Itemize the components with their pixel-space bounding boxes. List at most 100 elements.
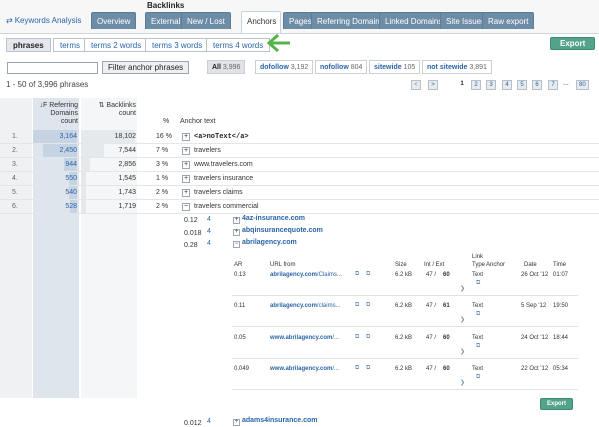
preview-icon[interactable]: ⧉ [476,311,480,318]
expand-icon[interactable]: + [233,229,240,236]
page-ellipsis: ... [563,80,569,87]
keywords-analysis-link[interactable]: ⇄ Keywords Analysis [6,16,81,25]
page-5[interactable]: 5 [517,80,527,90]
page-7[interactable]: 7 [548,80,558,90]
inner-row-url[interactable]: www.abrilagency.com/... [270,365,339,373]
inner-export-button[interactable]: Export [540,398,574,410]
copy-icon[interactable]: ⧉ [355,334,359,341]
chevron-right-icon[interactable]: ❯ [460,348,465,355]
copy-icon[interactable]: ⧉ [355,271,359,278]
row-index: 1. [12,133,18,140]
inner-row-ext: 60 [443,272,450,278]
tab-anchors[interactable]: Anchors [241,11,281,33]
inner-row-url[interactable]: abrilagency.com/Claims... [270,271,342,279]
next-page-button[interactable]: > [428,80,438,90]
expand-icon[interactable]: + [182,189,190,197]
collapse-icon[interactable]: − [233,241,240,248]
row-index: 5. [12,189,18,196]
inner-row-int: 47 / [426,366,437,372]
copy-icon[interactable]: ⧉ [355,365,359,372]
page-1[interactable]: 1 [457,80,467,90]
domain-link[interactable]: abrilagency.com [242,239,297,246]
inner-row-url[interactable]: www.abrilagency.com/... [270,334,339,342]
filter-input[interactable] [7,62,98,74]
filter-anchor-phrases-button[interactable]: Filter anchor phrases [102,61,190,74]
external-link-icon[interactable]: ⧉ [366,334,370,341]
results-count: 1 - 50 of 3,996 phrases [6,80,89,89]
domain-link[interactable]: adams4insurance.com [242,417,317,424]
subtab-phrases[interactable]: phrases [6,38,51,52]
page-4[interactable]: 4 [502,80,512,90]
table-row[interactable] [0,186,599,200]
subtab-terms-3-words[interactable]: terms 3 words [145,38,210,52]
inner-row-url[interactable]: abrilagency.com/claims... [270,302,341,310]
chevron-right-icon[interactable]: ❯ [460,379,465,386]
copy-icon[interactable]: ⧉ [355,302,359,309]
chevron-right-icon[interactable]: ❯ [460,316,465,323]
domain-count[interactable]: 4 [207,417,211,427]
row-index: 4. [12,175,18,182]
preview-icon[interactable]: ⧉ [476,280,480,287]
segment-all[interactable]: All 3,996 [207,60,246,74]
page-last[interactable]: 80 [576,80,589,90]
domain-link[interactable]: 4az-insurance.com [242,215,305,222]
inner-header-date: Date [524,262,537,268]
subtab-terms-2-words[interactable]: terms 2 words [84,38,149,52]
segment-dofollow[interactable]: dofollow 3,192 [255,60,314,74]
row-referring-domains[interactable]: 528 [39,200,77,214]
url-path: /... [332,335,340,341]
header-referring-domains[interactable]: ↓F Referring Domains count [36,102,78,126]
external-link-icon[interactable]: ⧉ [366,271,370,278]
row-referring-domains[interactable]: 540 [39,186,77,200]
domain-link[interactable]: abqinsurancequote.com [242,227,323,234]
page-2[interactable]: 2 [471,80,481,90]
expand-icon[interactable]: + [182,147,190,155]
preview-icon[interactable]: ⧉ [476,374,480,381]
expand-icon[interactable]: + [182,175,190,183]
expand-icon[interactable]: + [233,419,240,426]
page-6[interactable]: 6 [532,80,542,90]
segment-not-sitewide[interactable]: not sitewide 3,891 [422,60,492,74]
subtab-terms-4-words[interactable]: terms 4 words [206,38,271,52]
page-3[interactable]: 3 [486,80,496,90]
tab-linked-domains[interactable]: Linked Domains [379,12,449,29]
tab-referring-domains[interactable]: Referring Domains [311,12,390,29]
row-backlinks: 1,545 [118,175,136,182]
segment-sitewide[interactable]: sitewide 105 [369,60,421,74]
expand-icon[interactable]: + [182,161,190,169]
tab-raw-export[interactable]: Raw export [482,12,535,29]
export-button[interactable]: Export [550,37,596,50]
row-referring-domains[interactable]: 2,450 [39,144,77,158]
expand-icon[interactable]: + [182,133,190,141]
table-row[interactable] [0,200,599,214]
row-referring-domains[interactable]: 3,164 [39,130,77,144]
expand-icon[interactable]: + [233,217,240,224]
segment-nofollow[interactable]: nofollow 804 [315,60,368,74]
inner-row-size: 6.2 kB [395,303,413,309]
inner-row-int: 47 / [426,272,437,278]
collapse-icon[interactable]: − [182,203,190,211]
header-backlinks[interactable]: ⇅ Backlinks count [88,102,136,118]
row-referring-domains[interactable]: 550 [39,172,77,186]
swap-icon: ⇄ [6,16,13,25]
domain-count[interactable]: 4 [207,215,211,225]
tab-overview[interactable]: Overview [91,12,137,29]
prev-page-button[interactable]: < [411,80,421,90]
url-host: www.abrilagency.com [270,335,333,341]
header-percent: % [163,118,170,125]
external-link-icon[interactable]: ⧉ [366,365,370,372]
segment-all-count: 3,996 [222,64,241,71]
row-referring-domains[interactable]: 944 [39,158,77,172]
tab-new-lost[interactable]: New / Lost [181,12,231,29]
row-percent: 7 % [156,147,169,154]
subtab-terms[interactable]: terms [53,38,87,52]
domain-count[interactable]: 4 [207,227,211,237]
preview-icon[interactable]: ⧉ [476,343,480,350]
domain-count[interactable]: 4 [207,239,211,249]
table-row[interactable] [0,172,599,186]
external-link-icon[interactable]: ⧉ [366,302,370,309]
chevron-right-icon[interactable]: ❯ [460,285,465,292]
url-path: /... [332,366,340,372]
row-index: 3. [12,161,18,168]
inner-row-date: 5 Sep '12 [521,303,547,309]
